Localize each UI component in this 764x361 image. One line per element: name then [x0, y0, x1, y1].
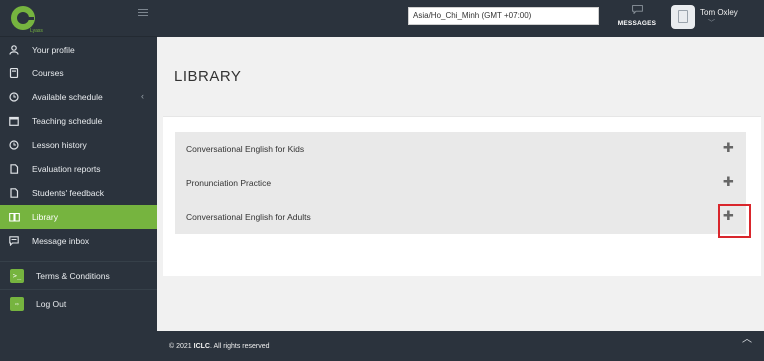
- sidebar-item-available-schedule[interactable]: Available schedule ‹: [0, 85, 157, 109]
- sidebar-item-logout[interactable]: ⇨ Log Out: [0, 289, 157, 317]
- chat-icon: [8, 235, 20, 247]
- chevron-down-icon: ﹀: [708, 20, 715, 27]
- library-item[interactable]: Conversational English for Kids ✚: [175, 132, 746, 166]
- footer: © 2021 ICLC. All rights reserved ︿: [157, 331, 764, 361]
- logo-icon[interactable]: Lyass: [10, 5, 46, 33]
- logo-area: Lyass: [0, 0, 157, 37]
- highlight-box: [718, 204, 751, 238]
- calendar-icon: [8, 115, 20, 127]
- sidebar-item-label: Message inbox: [32, 236, 90, 246]
- avatar: [671, 5, 695, 29]
- sidebar-item-message-inbox[interactable]: Message inbox: [0, 229, 157, 253]
- terminal-icon: >_: [10, 268, 24, 283]
- sidebar-item-label: Available schedule: [32, 92, 103, 102]
- sidebar-item-teaching-schedule[interactable]: Teaching schedule: [0, 109, 157, 133]
- sidebar-item-label: Courses: [32, 68, 64, 78]
- page-title: LIBRARY: [174, 68, 242, 85]
- sidebar-item-evaluation-reports[interactable]: Evaluation reports: [0, 157, 157, 181]
- library-item-label: Conversational English for Adults: [186, 212, 311, 222]
- timezone-select[interactable]: Asia/Ho_Chi_Minh (GMT +07:00): [408, 7, 599, 25]
- sidebar-item-label: Terms & Conditions: [36, 270, 110, 281]
- sidebar-bottom: >_ Terms & Conditions ⇨ Log Out: [0, 261, 157, 317]
- sidebar-item-label: Lesson history: [32, 140, 87, 150]
- chat-icon: [631, 5, 643, 14]
- sidebar-item-students-feedback[interactable]: Students' feedback: [0, 181, 157, 205]
- clock-icon: [8, 91, 20, 103]
- sidebar-item-library[interactable]: Library: [0, 205, 157, 229]
- library-item-label: Pronunciation Practice: [186, 178, 272, 188]
- messages-button[interactable]: MESSAGES: [615, 5, 659, 33]
- chevron-left-icon[interactable]: ‹: [141, 91, 144, 101]
- main-content: LIBRARY Conversational English for Kids …: [157, 37, 764, 331]
- sidebar-item-your-profile[interactable]: Your profile: [0, 38, 157, 62]
- sidebar-item-lesson-history[interactable]: Lesson history: [0, 133, 157, 157]
- book-icon: [8, 67, 20, 79]
- copyright: © 2021 ICLC. All rights reserved: [169, 343, 270, 350]
- user-name: Tom Oxley: [700, 8, 738, 17]
- user-menu[interactable]: Tom Oxley ﹀: [671, 4, 763, 34]
- clock-icon: [8, 139, 20, 151]
- svg-text:Lyass: Lyass: [30, 28, 43, 33]
- user-icon: [8, 44, 20, 56]
- open-book-icon: [8, 211, 20, 223]
- sidebar-item-label: Log Out: [36, 298, 67, 309]
- document-icon: [8, 187, 20, 199]
- sidebar-item-label: Teaching schedule: [32, 116, 103, 126]
- sidebar: Lyass Your profile Courses Available sch…: [0, 0, 157, 361]
- sidebar-item-label: Your profile: [32, 45, 75, 55]
- library-item-label: Conversational English for Kids: [186, 144, 305, 154]
- sidebar-item-label: Students' feedback: [32, 188, 105, 198]
- expand-plus-icon[interactable]: ✚: [723, 175, 734, 190]
- sidebar-item-courses[interactable]: Courses: [0, 61, 157, 85]
- scroll-top-icon[interactable]: ︿: [742, 330, 754, 345]
- logout-icon: ⇨: [10, 296, 24, 311]
- sidebar-item-terms[interactable]: >_ Terms & Conditions: [0, 261, 157, 289]
- messages-label: MESSAGES: [617, 20, 657, 27]
- menu-toggle-icon[interactable]: [138, 9, 148, 19]
- expand-plus-icon[interactable]: ✚: [723, 141, 734, 156]
- library-item[interactable]: Conversational English for Adults ✚: [175, 200, 746, 234]
- sidebar-item-label: Evaluation reports: [32, 164, 101, 174]
- sidebar-item-label: Library: [32, 212, 58, 222]
- top-bar: Asia/Ho_Chi_Minh (GMT +07:00) MESSAGES T…: [157, 0, 764, 37]
- document-icon: [8, 163, 20, 175]
- library-card: Conversational English for Kids ✚ Pronun…: [163, 116, 761, 276]
- brand-name: ICLC: [193, 343, 210, 350]
- library-item[interactable]: Pronunciation Practice ✚: [175, 166, 746, 200]
